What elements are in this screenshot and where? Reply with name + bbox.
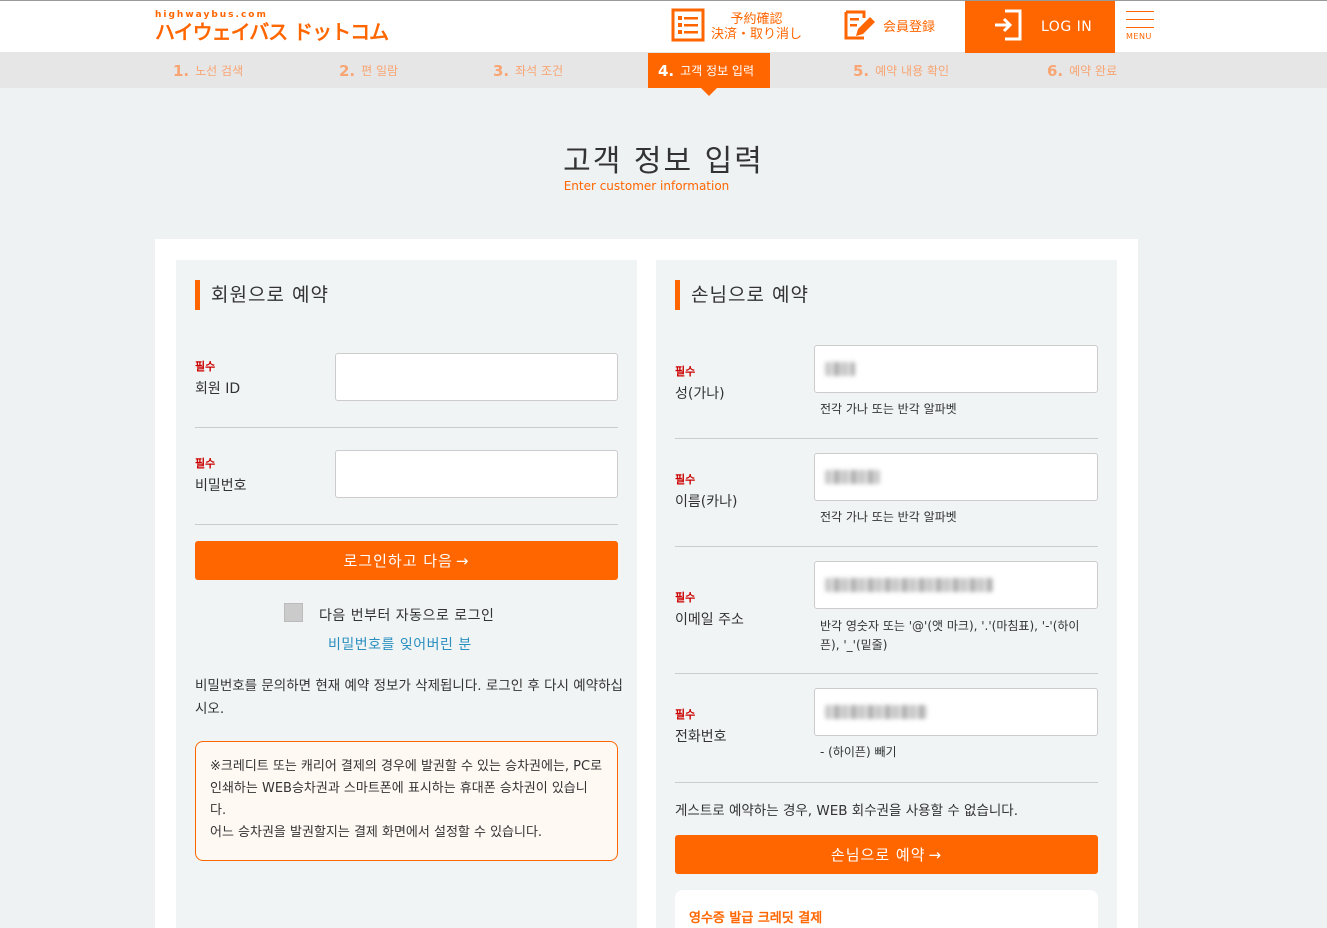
step-customer-info: 4. 고객 정보 입력 (648, 53, 770, 96)
phone-label: 전화번호 (675, 729, 727, 745)
login-and-next-button[interactable]: 로그인하고 다음 → (195, 541, 618, 580)
site-header: highwaybus.com ハイウェイバス ドットコム 予約確認 決済・取り消… (0, 0, 1327, 53)
surname-hint: 전각 가나 또는 반각 알파벳 (820, 402, 957, 416)
step-confirm-reservation: 5. 예약 내용 확인 (853, 53, 949, 88)
guest-reserve-label: 손님으로 예약 (830, 846, 926, 864)
auto-login-label[interactable]: 다음 번부터 자동으로 로그인 (319, 605, 494, 625)
member-id-label-group: 필수 회원 ID (195, 358, 240, 398)
login-and-next-label: 로그인하고 다음 (343, 552, 453, 570)
step-label: 노선 검색 (195, 64, 244, 78)
progress-steps: 1. 노선 검색 2. 편 일람 3. 좌석 조건 4. 고객 정보 입력 5.… (0, 53, 1327, 96)
required-badge: 필수 (195, 457, 216, 470)
guest-reserve-button[interactable]: 손님으로 예약 → (675, 835, 1098, 874)
step-label: 편 일람 (361, 64, 399, 78)
password-input[interactable] (335, 450, 618, 498)
logo-domain: highwaybus.com (155, 10, 268, 20)
email-label-group: 필수 이메일 주소 (675, 589, 744, 629)
step-label: 예약 완료 (1069, 64, 1118, 78)
step-complete: 6. 예약 완료 (1047, 53, 1117, 88)
redacted-value (825, 578, 993, 592)
email-label: 이메일 주소 (675, 612, 744, 628)
member-id-input[interactable] (335, 353, 618, 401)
arrow-right-icon: → (928, 845, 943, 864)
step-number: 1. (173, 61, 190, 80)
given-name-label-group: 필수 이름(카나) (675, 471, 737, 511)
password-label-group: 필수 비밀번호 (195, 455, 247, 495)
site-logo[interactable]: highwaybus.com ハイウェイバス ドットコム (155, 10, 389, 44)
step-label: 예약 내용 확인 (875, 64, 950, 78)
login-label: LOG IN (1041, 19, 1093, 35)
auto-login-checkbox[interactable] (284, 603, 303, 622)
confirm-label-line2: 決済・取り消し (711, 27, 803, 42)
forgot-password-link[interactable]: 비밀번호를 잊어버린 분 (328, 634, 472, 654)
menu-bar-icon (1126, 19, 1154, 20)
redacted-value (825, 705, 927, 719)
email-input[interactable] (814, 561, 1098, 609)
confirm-label: 予約確認 決済・取り消し (711, 12, 802, 42)
member-heading: 회원으로 예약 (195, 280, 329, 310)
step-seat-conditions: 3. 좌석 조건 (493, 53, 563, 88)
menu-label: MENU (1126, 32, 1152, 41)
divider (675, 782, 1098, 783)
step-label: 좌석 조건 (515, 64, 564, 78)
given-name-hint: 전각 가나 또는 반각 알파벳 (820, 510, 957, 524)
step-number: 5. (853, 61, 870, 80)
divider (195, 524, 618, 525)
login-button[interactable]: LOG IN (965, 1, 1115, 53)
page-title: 고객 정보 입력 (563, 144, 764, 179)
menu-bar-icon (1126, 11, 1154, 12)
step-service-list: 2. 편 일람 (339, 53, 398, 88)
required-badge: 필수 (675, 708, 696, 721)
given-name-input[interactable] (814, 453, 1098, 501)
arrow-right-icon: → (455, 551, 470, 570)
password-note: 비밀번호를 문의하면 현재 예약 정보가 삭제됩니다. 로그인 후 다시 예약하… (195, 678, 623, 717)
menu-button[interactable]: MENU (1126, 11, 1156, 51)
list-document-icon (671, 8, 705, 46)
member-register-link[interactable]: 会員登録 (842, 1, 935, 53)
phone-input[interactable] (814, 688, 1098, 736)
step-number: 6. (1047, 61, 1064, 80)
required-badge: 필수 (675, 365, 696, 378)
edit-pencil-icon (842, 8, 876, 46)
step-number: 2. (339, 61, 356, 80)
step-route-search: 1. 노선 검색 (173, 53, 243, 88)
menu-bar-icon (1126, 27, 1154, 28)
surname-label: 성(가나) (675, 386, 725, 402)
redacted-value (825, 470, 880, 484)
required-badge: 필수 (675, 473, 696, 486)
redacted-value (825, 362, 855, 376)
email-hint: 반각 영숫자 또는 '@'(앳 마크), '.'(마침표), '-'(하이픈),… (820, 619, 1080, 652)
step-number: 4. (658, 61, 675, 80)
step-number: 3. (493, 61, 510, 80)
reservation-confirm-link[interactable]: 予約確認 決済・取り消し (671, 1, 802, 53)
guest-note: 게스트로 예약하는 경우, WEB 회수권을 사용할 수 없습니다. (675, 803, 1019, 819)
required-badge: 필수 (675, 591, 696, 604)
confirm-label-line1: 予約確認 (730, 12, 783, 27)
password-label: 비밀번호 (195, 478, 247, 494)
divider (675, 673, 1098, 674)
required-badge: 필수 (195, 360, 216, 373)
given-name-label: 이름(카나) (675, 494, 738, 510)
member-id-label: 회원 ID (195, 381, 241, 397)
register-label: 会員登録 (883, 19, 936, 35)
phone-label-group: 필수 전화번호 (675, 706, 727, 746)
logo-text: ハイウェイバス ドットコム (155, 20, 389, 44)
receipt-title: 영수증 발급 크레딧 결제 (689, 911, 823, 926)
phone-hint: - (하이픈) 빼기 (820, 745, 897, 759)
step-label: 고객 정보 입력 (680, 64, 755, 78)
guest-heading: 손님으로 예약 (675, 280, 809, 310)
divider (675, 546, 1098, 547)
surname-input[interactable] (814, 345, 1098, 393)
page-subtitle: Enter customer information (563, 179, 730, 193)
guest-reservation-panel: 손님으로 예약 필수 성(가나) 전각 가나 또는 반각 알파벳 필수 이름(카… (656, 260, 1117, 928)
ticket-notice: ※크레디트 또는 캐리어 결제의 경우에 발권할 수 있는 승차권에는, PC로… (195, 741, 618, 861)
divider (195, 427, 618, 428)
login-door-icon (993, 8, 1023, 46)
member-reservation-panel: 회원으로 예약 필수 회원 ID 필수 비밀번호 로그인하고 다음 → 다음 번… (176, 260, 637, 928)
divider (675, 438, 1098, 439)
surname-label-group: 필수 성(가나) (675, 363, 725, 403)
receipt-section: 영수증 발급 크레딧 결제 (675, 890, 1098, 928)
